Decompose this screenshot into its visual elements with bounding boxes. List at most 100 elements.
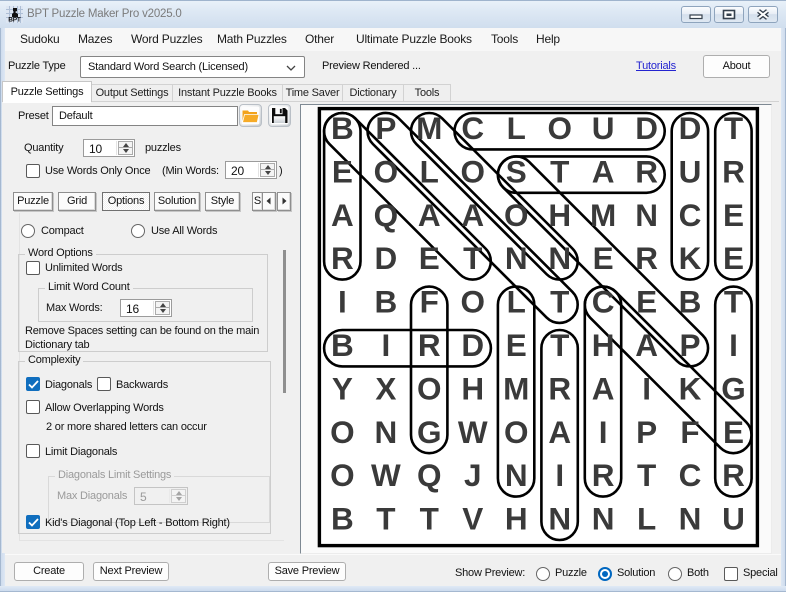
svg-text:C: C (592, 284, 615, 320)
svg-text:R: R (722, 457, 745, 493)
svg-text:N: N (548, 501, 571, 537)
svg-text:I: I (382, 327, 391, 363)
svg-text:E: E (723, 240, 744, 276)
svg-text:D: D (679, 110, 702, 146)
svg-text:I: I (555, 457, 564, 493)
svg-text:O: O (374, 153, 398, 189)
svg-text:X: X (375, 370, 396, 406)
svg-text:C: C (679, 457, 702, 493)
svg-text:L: L (507, 284, 526, 320)
svg-text:A: A (331, 197, 354, 233)
svg-text:P: P (679, 327, 700, 363)
svg-text:O: O (461, 284, 485, 320)
svg-text:N: N (548, 240, 571, 276)
svg-text:O: O (547, 110, 571, 146)
svg-text:A: A (592, 153, 615, 189)
svg-text:B: B (331, 327, 354, 363)
svg-text:R: R (548, 370, 571, 406)
svg-text:B: B (375, 284, 398, 320)
svg-text:N: N (375, 414, 398, 450)
svg-text:H: H (505, 501, 528, 537)
svg-text:G: G (721, 370, 745, 406)
svg-text:N: N (635, 197, 658, 233)
svg-text:B: B (331, 501, 354, 537)
svg-text:E: E (332, 153, 353, 189)
svg-text:W: W (371, 457, 401, 493)
svg-text:I: I (642, 370, 651, 406)
svg-text:R: R (635, 153, 658, 189)
svg-text:W: W (458, 414, 488, 450)
svg-text:R: R (635, 240, 658, 276)
svg-text:D: D (461, 327, 484, 363)
svg-text:E: E (636, 284, 657, 320)
svg-text:E: E (723, 414, 744, 450)
svg-text:O: O (461, 153, 485, 189)
svg-text:BPT: BPT (8, 17, 21, 24)
svg-text:T: T (637, 457, 656, 493)
svg-text:R: R (592, 457, 615, 493)
svg-text:B: B (331, 110, 354, 146)
svg-text:N: N (592, 501, 615, 537)
svg-text:T: T (724, 284, 743, 320)
svg-text:T: T (724, 110, 743, 146)
svg-text:H: H (592, 327, 615, 363)
svg-text:A: A (548, 414, 571, 450)
svg-text:R: R (722, 153, 745, 189)
svg-text:M: M (590, 197, 616, 233)
svg-text:P: P (636, 414, 657, 450)
svg-text:U: U (592, 110, 615, 146)
svg-text:H: H (548, 197, 571, 233)
svg-text:C: C (461, 110, 484, 146)
svg-text:A: A (461, 197, 484, 233)
svg-text:U: U (679, 153, 702, 189)
svg-text:R: R (418, 327, 441, 363)
svg-text:I: I (338, 284, 347, 320)
svg-text:L: L (637, 501, 656, 537)
svg-text:K: K (679, 240, 702, 276)
svg-text:E: E (419, 240, 440, 276)
svg-text:A: A (635, 327, 658, 363)
svg-text:U: U (722, 501, 745, 537)
svg-text:T: T (550, 327, 569, 363)
svg-text:R: R (331, 240, 354, 276)
svg-text:V: V (462, 501, 483, 537)
svg-text:E: E (506, 327, 527, 363)
svg-text:D: D (375, 240, 398, 276)
svg-text:O: O (504, 414, 528, 450)
svg-text:O: O (330, 414, 354, 450)
svg-text:T: T (550, 284, 569, 320)
svg-text:N: N (505, 240, 528, 276)
svg-text:N: N (505, 457, 528, 493)
svg-text:I: I (729, 327, 738, 363)
svg-text:O: O (330, 457, 354, 493)
svg-text:Q: Q (374, 197, 398, 233)
svg-text:G: G (417, 414, 441, 450)
svg-text:E: E (593, 240, 614, 276)
svg-text:P: P (375, 110, 396, 146)
svg-text:E: E (723, 197, 744, 233)
svg-text:T: T (376, 501, 395, 537)
svg-text:H: H (461, 370, 484, 406)
svg-text:B: B (679, 284, 702, 320)
svg-text:A: A (592, 370, 615, 406)
svg-text:L: L (420, 153, 439, 189)
svg-text:F: F (680, 414, 699, 450)
svg-text:L: L (507, 110, 526, 146)
svg-text:N: N (679, 501, 702, 537)
svg-text:I: I (599, 414, 608, 450)
svg-text:T: T (463, 240, 482, 276)
svg-text:T: T (420, 501, 439, 537)
svg-text:D: D (635, 110, 658, 146)
svg-text:T: T (550, 153, 569, 189)
svg-text:Q: Q (417, 457, 441, 493)
svg-text:A: A (418, 197, 441, 233)
svg-text:K: K (679, 370, 702, 406)
svg-text:C: C (679, 197, 702, 233)
svg-text:Y: Y (332, 370, 353, 406)
svg-text:O: O (504, 197, 528, 233)
svg-text:S: S (506, 153, 527, 189)
svg-text:M: M (416, 110, 442, 146)
svg-text:M: M (503, 370, 529, 406)
svg-text:J: J (464, 457, 481, 493)
svg-text:F: F (420, 284, 439, 320)
